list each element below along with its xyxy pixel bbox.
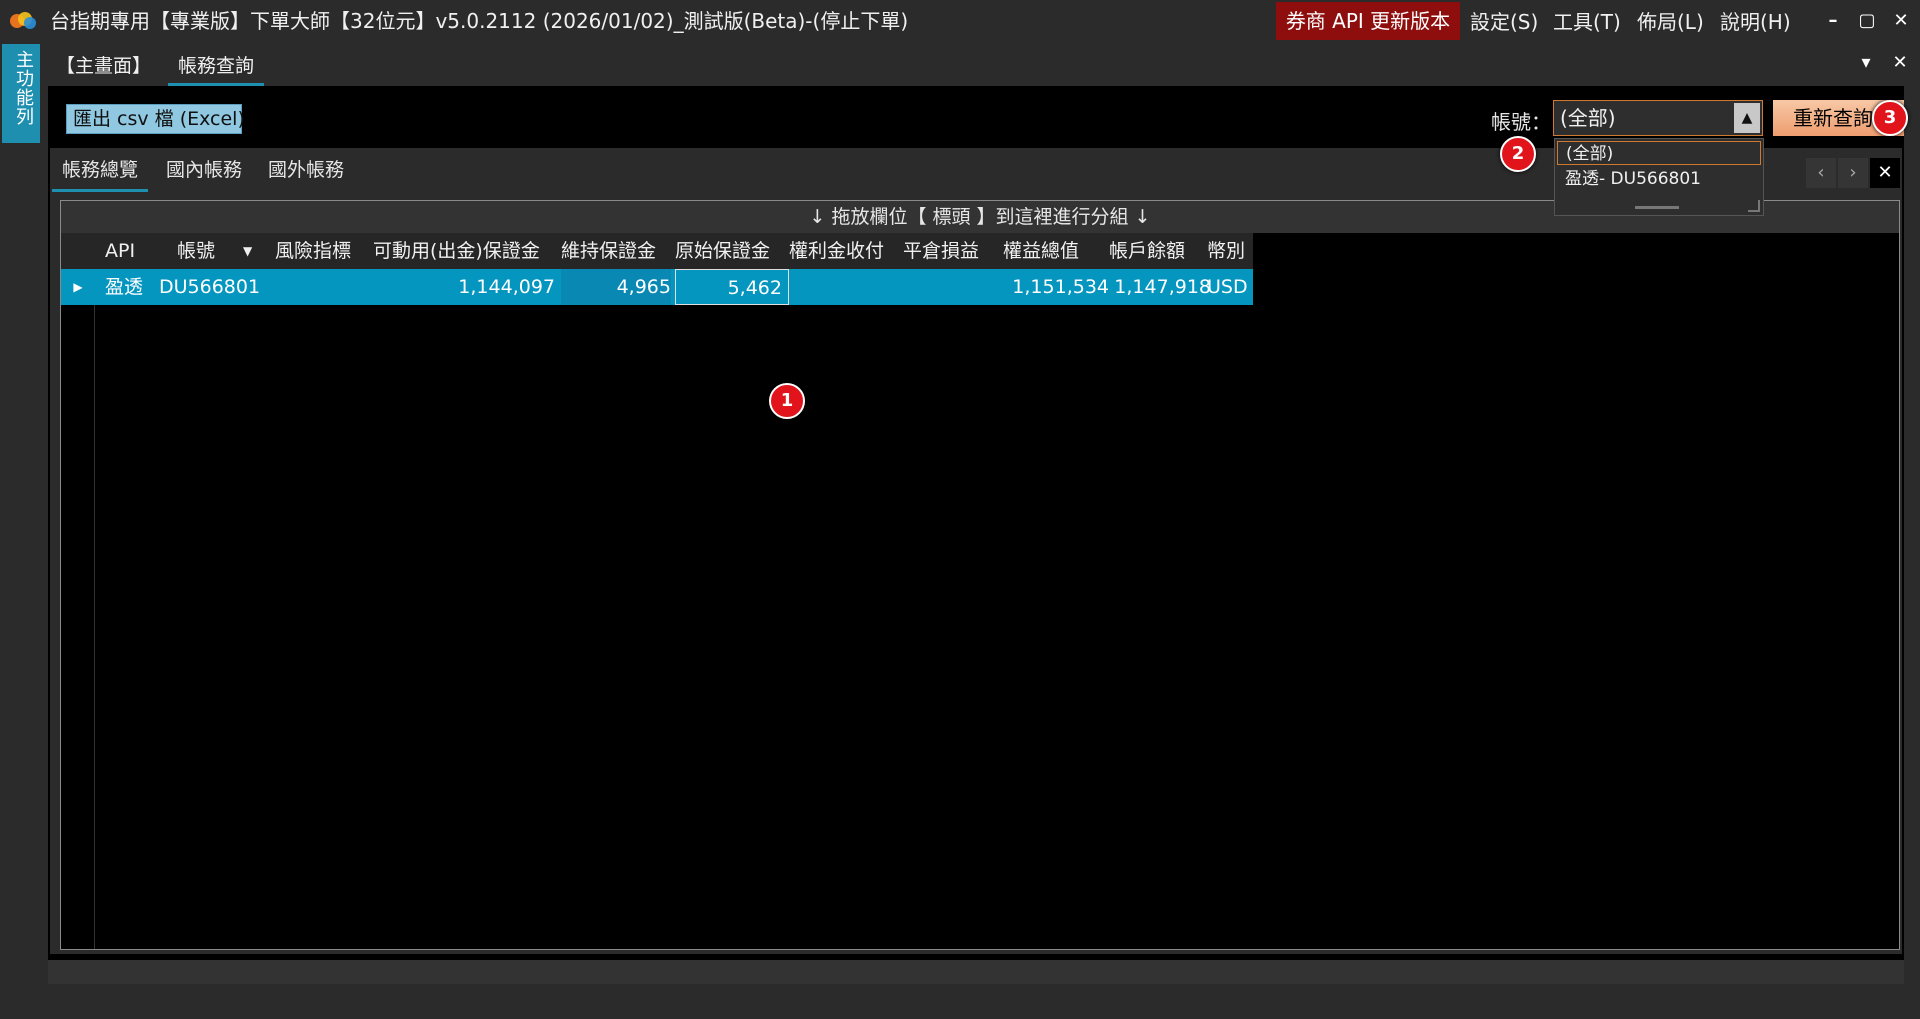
account-grid: ↓ 拖放欄位【 標頭 】到這裡進行分組 ↓ API 帳號 ▼ 風險指標 可動用(… [60,200,1900,950]
dropdown-grip-icon[interactable] [1635,206,1679,209]
panel-next-button[interactable]: › [1838,158,1868,188]
panel-close-button[interactable]: ✕ [1870,158,1900,188]
cell-balance: 1,147,918 [1114,276,1211,298]
cell-available-margin: 1,144,097 [458,276,555,298]
column-header-balance[interactable]: 帳戶餘額 [1109,233,1185,269]
menu-tools[interactable]: 工具(T) [1553,0,1621,42]
tab-foreign-accounts[interactable]: 國外帳務 [268,148,344,192]
column-header-maintenance-margin[interactable]: 維持保證金 [561,233,656,269]
panel-prev-button[interactable]: ‹ [1806,158,1836,188]
account-query-content: 匯出 csv 檔 (Excel) 帳號： (全部) ▲ 重新查詢 帳務總覽 國內… [48,86,1904,980]
cell-risk-index [275,269,359,305]
main-function-strip-label: 主功能列 [13,50,34,126]
export-csv-button[interactable]: 匯出 csv 檔 (Excel) [66,104,245,134]
cell-equity: 1,151,534 [1012,276,1109,298]
column-header-premium[interactable]: 權利金收付 [789,233,884,269]
column-header-equity[interactable]: 權益總值 [1003,233,1079,269]
account-panel: 帳務總覽 國內帳務 國外帳務 ‹ › ✕ ↓ 拖放欄位【 標頭 】到這裡進行分組… [50,148,1902,954]
callout-3: 3 [1872,100,1908,136]
dropdown-option-account[interactable]: 盈透- DU566801 [1557,167,1761,191]
minimize-button[interactable]: – [1818,6,1848,36]
cell-account: DU566801 [159,276,261,298]
column-header-account[interactable]: 帳號 [177,233,215,269]
main-function-strip[interactable]: 主功能列 [2,44,40,143]
cell-initial-margin[interactable]: 5,462 [675,269,789,305]
window-title: 台指期專用【專業版】下單大師【32位元】v5.0.2112 (2026/01/0… [50,9,909,33]
tab-close-button[interactable]: ✕ [1888,48,1912,78]
menu-layout[interactable]: 佈局(L) [1637,0,1704,42]
cell-api: 盈透 [105,276,144,298]
menu-help[interactable]: 說明(H) [1720,0,1791,42]
column-header-available-margin[interactable]: 可動用(出金)保證金 [373,233,540,269]
cell-maintenance-margin: 4,965 [561,269,671,305]
callout-2: 2 [1500,136,1536,172]
callout-1: 1 [769,383,805,419]
maximize-button[interactable]: ▢ [1852,6,1882,36]
column-header-currency[interactable]: 幣別 [1207,233,1245,269]
tab-account-query[interactable]: 帳務查詢 [168,44,265,86]
resize-grip-icon[interactable] [1748,200,1760,212]
cell-realized-pl [905,269,1001,305]
row-pointer-icon[interactable]: ▶ [61,269,95,305]
tab-domestic-accounts[interactable]: 國內帳務 [166,148,242,192]
status-strip [48,960,1904,984]
grid-header-row: API 帳號 ▼ 風險指標 可動用(出金)保證金 維持保證金 原始保證金 權利金… [61,233,1253,269]
row-indicator-column [61,269,95,949]
table-row[interactable]: 盈透 DU566801 1,144,097 4,965 5,462 1,151,… [95,269,1253,305]
document-tabs: 【主畫面】 帳務查詢 ▾ ✕ [42,44,1920,86]
tab-account-overview[interactable]: 帳務總覽 [52,148,149,192]
tab-pin-icon[interactable]: ▾ [1854,48,1878,78]
column-header-risk-index[interactable]: 風險指標 [275,233,351,269]
column-header-realized-pl[interactable]: 平倉損益 [903,233,979,269]
menu-settings[interactable]: 設定(S) [1470,0,1538,42]
chevron-up-icon[interactable]: ▲ [1734,103,1760,133]
account-select[interactable]: (全部) ▲ [1553,100,1763,136]
account-dropdown-list[interactable]: (全部) 盈透- DU566801 [1554,138,1764,216]
close-window-button[interactable]: ✕ [1886,6,1916,36]
account-label: 帳號： [1491,110,1551,134]
cell-premium [795,269,901,305]
account-select-value: (全部) [1560,106,1616,130]
title-bar: 台指期專用【專業版】下單大師【32位元】v5.0.2112 (2026/01/0… [0,0,1920,42]
column-header-initial-margin[interactable]: 原始保證金 [675,233,770,269]
column-header-api[interactable]: API [105,233,135,269]
sort-arrow-icon[interactable]: ▼ [243,233,252,269]
cell-currency: USD [1207,276,1248,298]
app-logo-icon [10,12,36,29]
tab-main-screen[interactable]: 【主畫面】 [56,44,151,86]
dropdown-option-all[interactable]: (全部) [1557,141,1761,165]
api-update-button[interactable]: 券商 API 更新版本 [1276,2,1460,40]
